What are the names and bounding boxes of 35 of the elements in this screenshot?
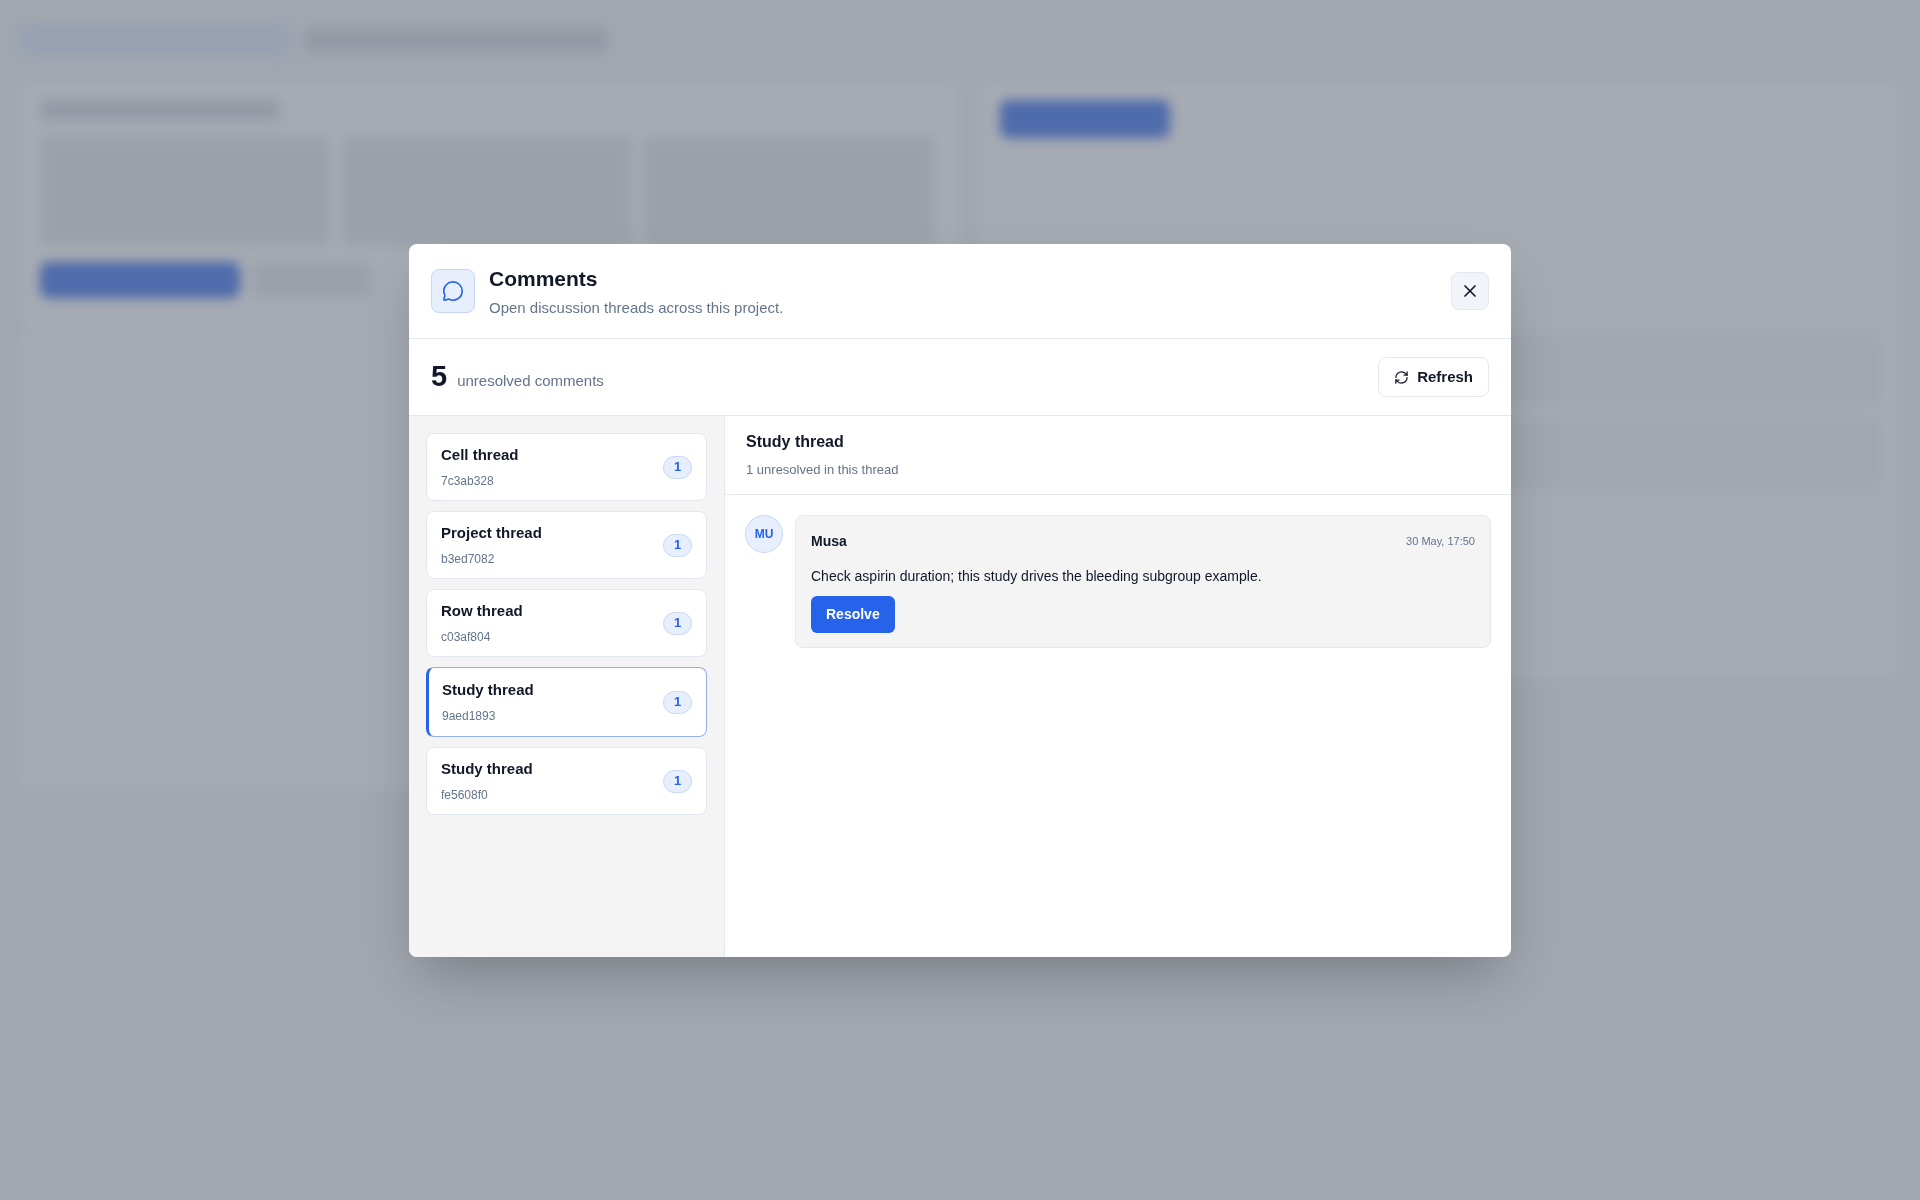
unresolved-label: unresolved comments bbox=[457, 370, 604, 391]
thread-title: Study thread bbox=[442, 680, 535, 701]
thread-item[interactable]: Row thread c03af804 1 bbox=[426, 589, 707, 657]
thread-id: fe5608f0 bbox=[441, 786, 489, 804]
dialog-title: Comments bbox=[489, 266, 599, 292]
comment-time: 30 May, 17:50 bbox=[1406, 534, 1475, 550]
thread-title: Row thread bbox=[441, 601, 524, 622]
avatar: MU bbox=[745, 515, 783, 553]
resolve-button[interactable]: Resolve bbox=[811, 596, 895, 633]
close-button[interactable] bbox=[1451, 272, 1489, 310]
thread-item[interactable]: Project thread b3ed7082 1 bbox=[426, 511, 707, 579]
thread-id: b3ed7082 bbox=[441, 550, 496, 568]
comment-text: Check aspirin duration; this study drives the bleeding subgroup example. bbox=[811, 567, 1263, 586]
thread-item[interactable]: Study thread 9aed1893 1 bbox=[426, 667, 707, 737]
thread-summary: 1 unresolved in this thread bbox=[746, 461, 900, 480]
thread-id: 7c3ab328 bbox=[441, 472, 495, 490]
count-badge: 1 bbox=[663, 769, 692, 793]
thread-id: c03af804 bbox=[441, 628, 492, 646]
unresolved-count: 5 bbox=[431, 359, 448, 395]
thread-title: Study thread bbox=[441, 759, 534, 780]
count-badge: 1 bbox=[663, 533, 692, 557]
refresh-button[interactable]: Refresh bbox=[1378, 357, 1489, 397]
thread-heading: Study thread bbox=[746, 432, 845, 453]
count-badge: 1 bbox=[663, 690, 692, 714]
thread-item[interactable]: Study thread fe5608f0 1 bbox=[426, 747, 707, 815]
comment-author: Musa bbox=[811, 532, 847, 551]
dialog-subtitle: Open discussion threads across this project. bbox=[489, 297, 785, 318]
count-badge: 1 bbox=[663, 455, 692, 479]
thread-title: Cell thread bbox=[441, 445, 520, 466]
refresh-icon bbox=[1394, 369, 1410, 385]
count-badge: 1 bbox=[663, 611, 692, 635]
thread-id: 9aed1893 bbox=[442, 707, 497, 725]
thread-title: Project thread bbox=[441, 523, 543, 544]
speech-bubble-icon bbox=[431, 269, 475, 313]
thread-item[interactable]: Cell thread 7c3ab328 1 bbox=[426, 433, 707, 501]
